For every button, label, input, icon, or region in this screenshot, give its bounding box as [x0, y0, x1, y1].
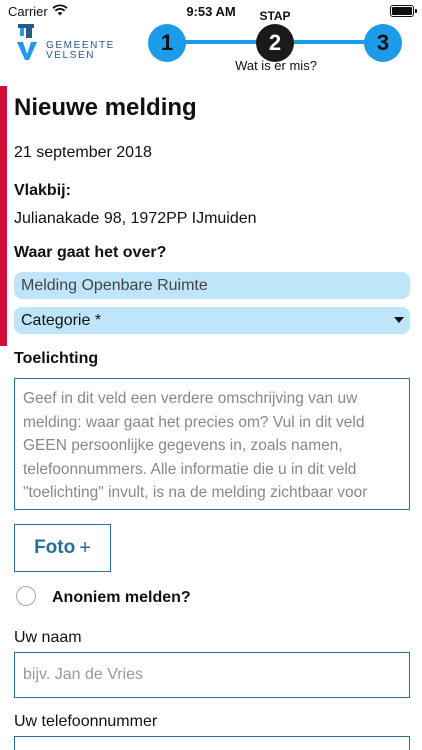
- location-value: Julianakade 98, 1972PP IJmuiden: [14, 210, 257, 227]
- accent-bar: [0, 86, 7, 346]
- step-1[interactable]: 1: [148, 24, 186, 62]
- name-input[interactable]: [14, 652, 410, 698]
- name-label: Uw naam: [14, 629, 82, 646]
- status-bar: Carrier 9:53 AM: [0, 0, 422, 22]
- step-caption: Wat is er mis?: [235, 58, 317, 73]
- municipality-logo: GEMEENTE VELSEN: [14, 22, 124, 66]
- subject-label: Waar gaat het over?: [14, 244, 167, 261]
- add-photo-label: Foto: [34, 537, 76, 558]
- description-textarea[interactable]: Geef in dit veld een verdere omschrijvin…: [14, 378, 410, 510]
- phone-input[interactable]: [14, 736, 410, 750]
- page-title: Nieuwe melding: [14, 94, 197, 121]
- category-value: Categorie *: [21, 312, 102, 329]
- anonymous-radio[interactable]: [16, 586, 36, 606]
- stepper-label: STAP: [259, 9, 291, 23]
- subject-field[interactable]: Melding Openbare Ruimte: [14, 272, 410, 299]
- clock: 9:53 AM: [186, 4, 236, 19]
- description-label: Toelichting: [14, 350, 99, 367]
- brand-text: GEMEENTE VELSEN: [46, 41, 115, 61]
- location-label: Vlakbij:: [14, 182, 71, 199]
- chevron-down-icon: [394, 317, 404, 323]
- phone-label: Uw telefoonnummer: [14, 713, 158, 730]
- brand-line-2: VELSEN: [46, 50, 96, 61]
- report-date: 21 september 2018: [14, 144, 152, 161]
- category-select[interactable]: Categorie *: [14, 307, 410, 334]
- step-2[interactable]: 2: [256, 24, 294, 62]
- anonymous-label[interactable]: Anoniem melden?: [52, 589, 191, 607]
- velsen-crest-icon: [17, 24, 37, 60]
- plus-icon: +: [79, 536, 91, 559]
- step-3[interactable]: 3: [364, 24, 402, 62]
- add-photo-button[interactable]: Foto +: [14, 524, 111, 572]
- battery-icon: [390, 5, 417, 17]
- progress-stepper: STAP 1 2 3 Wat is er mis?: [146, 9, 406, 78]
